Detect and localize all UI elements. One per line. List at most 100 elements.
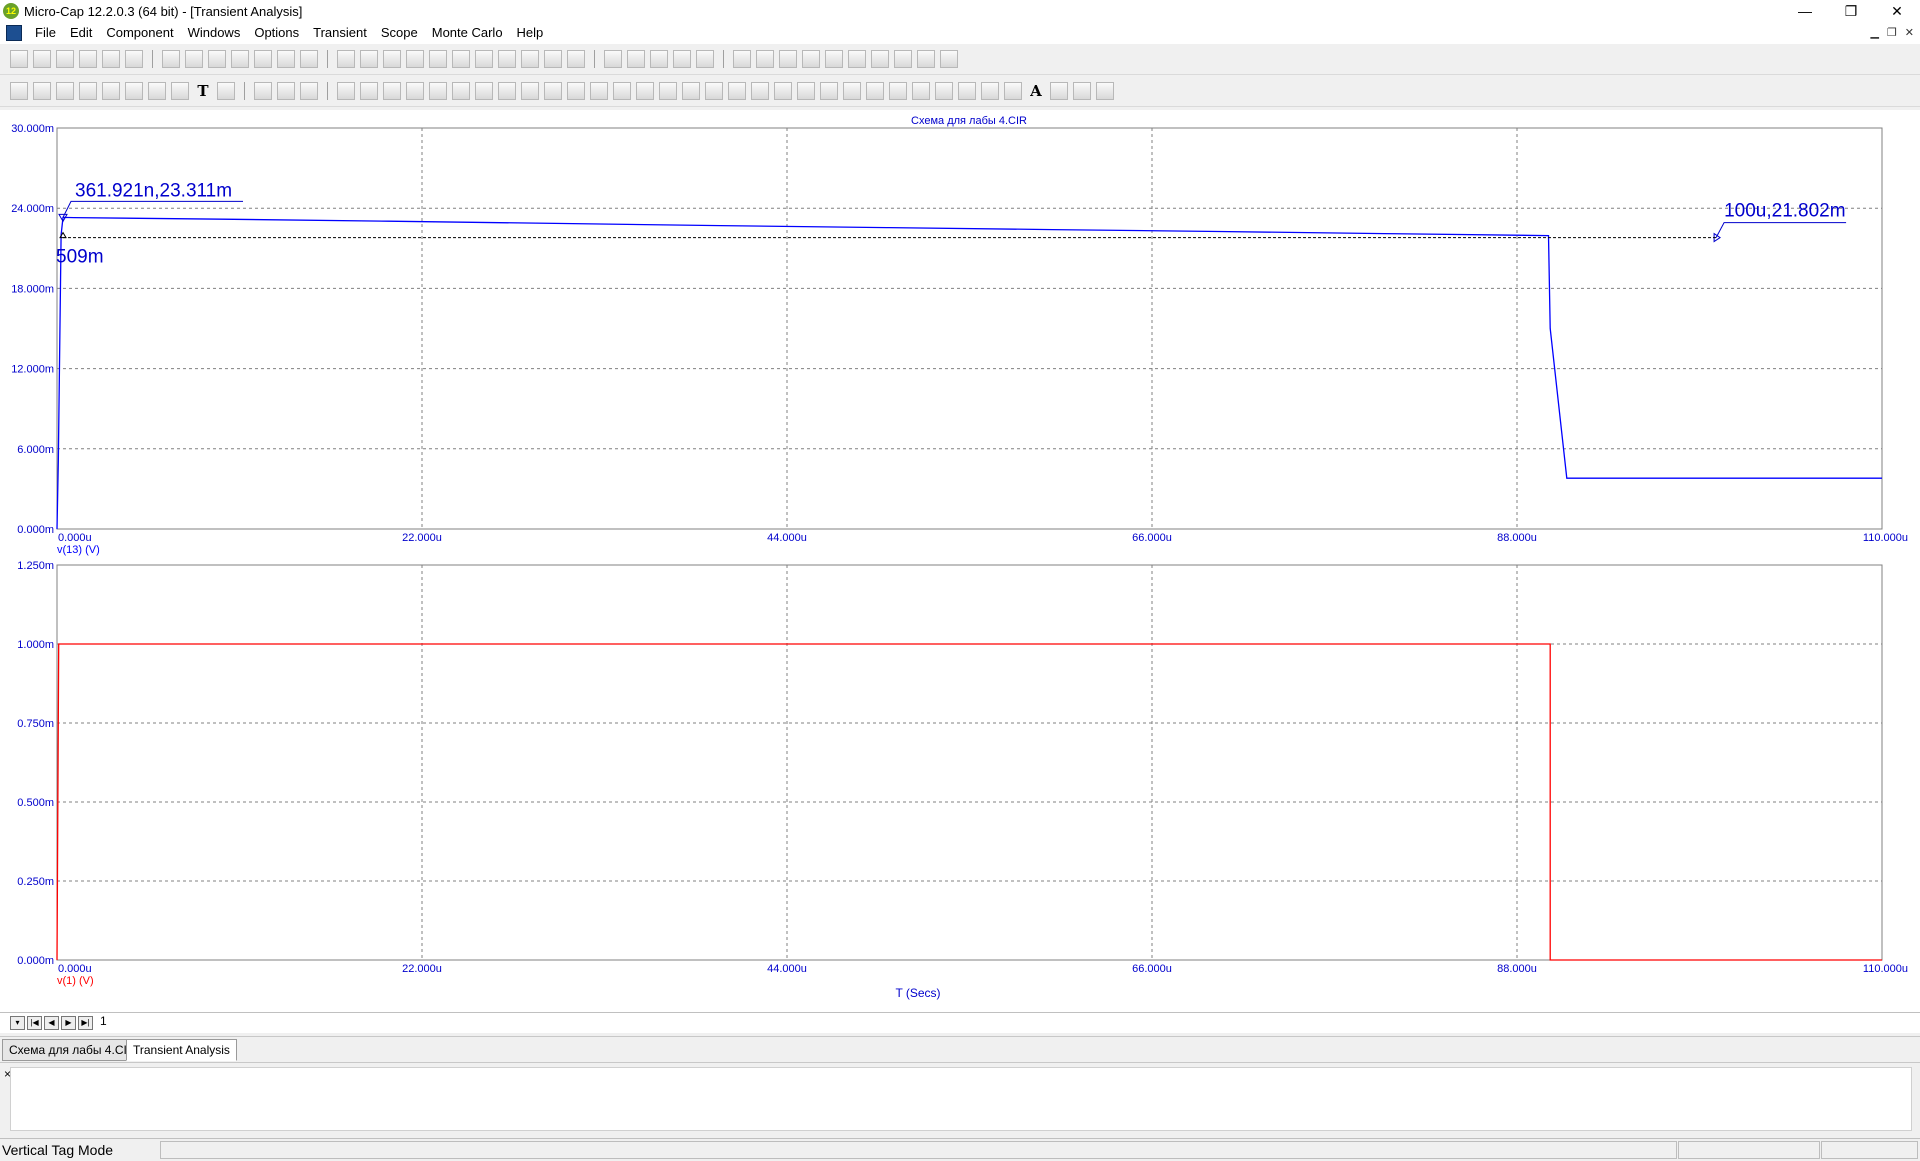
page-tab-1[interactable]: 1	[100, 1014, 107, 1028]
pause-icon[interactable]	[300, 82, 318, 100]
horizontal-tag-icon[interactable]	[125, 82, 143, 100]
menu-help[interactable]: Help	[510, 22, 551, 44]
zoom-auto-icon[interactable]	[613, 82, 631, 100]
print-preview-icon[interactable]	[102, 50, 120, 68]
cascade-windows-icon[interactable]	[604, 50, 622, 68]
series-curve-top[interactable]	[56, 216, 1882, 530]
properties-icon[interactable]	[825, 50, 843, 68]
point-tag-start[interactable]: 361.921n,23.311m	[75, 180, 232, 201]
transient-plot-svg[interactable]: 0.000m 6.000m 12.000m 18.000m 24.000m 30.000m…	[0, 110, 1920, 1012]
bring-to-front-icon[interactable]	[1073, 82, 1091, 100]
next-page-button[interactable]: ▶	[61, 1016, 76, 1030]
output-text-area[interactable]	[10, 1067, 1912, 1131]
graphics-icon[interactable]	[217, 82, 235, 100]
zoom-out-icon[interactable]	[958, 82, 976, 100]
tile-vertical-icon[interactable]	[627, 50, 645, 68]
capacitor-component-icon[interactable]	[383, 50, 401, 68]
stop-icon[interactable]	[277, 82, 295, 100]
optimize-icon[interactable]	[894, 50, 912, 68]
point-tag-end[interactable]: 100u,21.802m	[1724, 201, 1846, 222]
new-file-icon[interactable]	[10, 50, 28, 68]
align-top-icon[interactable]	[498, 82, 516, 100]
zoom-region-icon[interactable]	[590, 82, 608, 100]
menu-windows[interactable]: Windows	[181, 22, 248, 44]
high-icon[interactable]	[728, 82, 746, 100]
menu-transient[interactable]: Transient	[306, 22, 374, 44]
plot-panel-top[interactable]: 0.000m 6.000m 12.000m 18.000m 24.000m 30.000m…	[11, 123, 1908, 556]
probe-component-icon[interactable]	[567, 50, 585, 68]
restore-button[interactable]: ❐	[1828, 0, 1874, 22]
ground-component-icon[interactable]	[337, 50, 355, 68]
model-icon[interactable]	[802, 50, 820, 68]
menu-file[interactable]: File	[28, 22, 63, 44]
clipboard-icon[interactable]	[866, 82, 884, 100]
component-editor-icon[interactable]	[733, 50, 751, 68]
split-horizontal-icon[interactable]	[521, 82, 539, 100]
horizontal-tag-label[interactable]: 509m	[56, 247, 104, 268]
text-style-icon[interactable]	[1050, 82, 1068, 100]
calculator-icon[interactable]	[696, 50, 714, 68]
transient-analysis-plot-area[interactable]: 0.000m 6.000m 12.000m 18.000m 24.000m 30.000m…	[0, 110, 1920, 1012]
last-page-button[interactable]: ▶|	[78, 1016, 93, 1030]
close-button[interactable]: ✕	[1874, 0, 1920, 22]
open-file-icon[interactable]	[33, 50, 51, 68]
animate-icon[interactable]	[912, 82, 930, 100]
cursor-mode-icon[interactable]	[79, 82, 97, 100]
mdi-close-button[interactable]: ✕	[1905, 22, 1914, 44]
legend-label-top[interactable]: v(13) (V)	[57, 544, 100, 556]
peak-icon[interactable]	[682, 82, 700, 100]
low-icon[interactable]	[751, 82, 769, 100]
copy-icon[interactable]	[231, 50, 249, 68]
plot-panel-bottom[interactable]: 0.000m 0.250m 0.500m 0.750m 1.000m 1.250m 0.00…	[17, 560, 1908, 987]
font-icon[interactable]: A	[1027, 82, 1045, 100]
zoom-reset-icon[interactable]	[636, 82, 654, 100]
valley-icon[interactable]	[705, 82, 723, 100]
shape-editor-icon[interactable]	[756, 50, 774, 68]
select-all-icon[interactable]	[300, 50, 318, 68]
menu-scope[interactable]: Scope	[374, 22, 425, 44]
split-grid-icon[interactable]	[544, 82, 562, 100]
add-curve-icon[interactable]	[337, 82, 355, 100]
paste-icon[interactable]	[254, 50, 272, 68]
first-page-button[interactable]: |◀	[27, 1016, 42, 1030]
tab-schematic[interactable]: Схема для лабы 4.CIR	[2, 1039, 143, 1061]
globe-icon[interactable]	[779, 50, 797, 68]
tile-horizontal-icon[interactable]	[650, 50, 668, 68]
delete-curve-icon[interactable]	[360, 82, 378, 100]
menu-edit[interactable]: Edit	[63, 22, 99, 44]
page-dropdown-button[interactable]: ▾	[10, 1016, 25, 1030]
transistor-component-icon[interactable]	[475, 50, 493, 68]
scale-mode-icon[interactable]	[56, 82, 74, 100]
inflection-icon[interactable]	[774, 82, 792, 100]
undo-icon[interactable]	[162, 50, 180, 68]
menu-component[interactable]: Component	[99, 22, 180, 44]
global-high-icon[interactable]	[797, 82, 815, 100]
diode-component-icon[interactable]	[429, 50, 447, 68]
tab-transient-analysis[interactable]: Transient Analysis	[126, 1039, 237, 1061]
clear-icon[interactable]	[277, 50, 295, 68]
save-icon[interactable]	[56, 50, 74, 68]
menu-monte-carlo[interactable]: Monte Carlo	[425, 22, 510, 44]
mdi-restore-button[interactable]: ❐	[1887, 22, 1897, 44]
resistor-component-icon[interactable]	[360, 50, 378, 68]
cut-icon[interactable]	[208, 50, 226, 68]
opamp-component-icon[interactable]	[498, 50, 516, 68]
vertical-tag-icon[interactable]	[148, 82, 166, 100]
legend-label-bottom[interactable]: v(1) (V)	[57, 975, 94, 987]
edit-plot-icon[interactable]	[659, 82, 677, 100]
switch-component-icon[interactable]	[521, 50, 539, 68]
scale-icon[interactable]	[981, 82, 999, 100]
pan-mode-icon[interactable]	[33, 82, 51, 100]
slope-icon[interactable]	[843, 82, 861, 100]
menu-options[interactable]: Options	[247, 22, 306, 44]
send-to-back-icon[interactable]	[1096, 82, 1114, 100]
save-all-icon[interactable]	[79, 50, 97, 68]
text-tool-icon[interactable]: T	[194, 82, 212, 100]
source-component-icon[interactable]	[544, 50, 562, 68]
align-right-icon[interactable]	[475, 82, 493, 100]
mdi-minimize-button[interactable]: ▁	[1870, 22, 1878, 44]
select-mode-icon[interactable]	[10, 82, 28, 100]
window-icon[interactable]	[673, 50, 691, 68]
inductor-component-icon[interactable]	[406, 50, 424, 68]
tokens-icon[interactable]	[1004, 82, 1022, 100]
